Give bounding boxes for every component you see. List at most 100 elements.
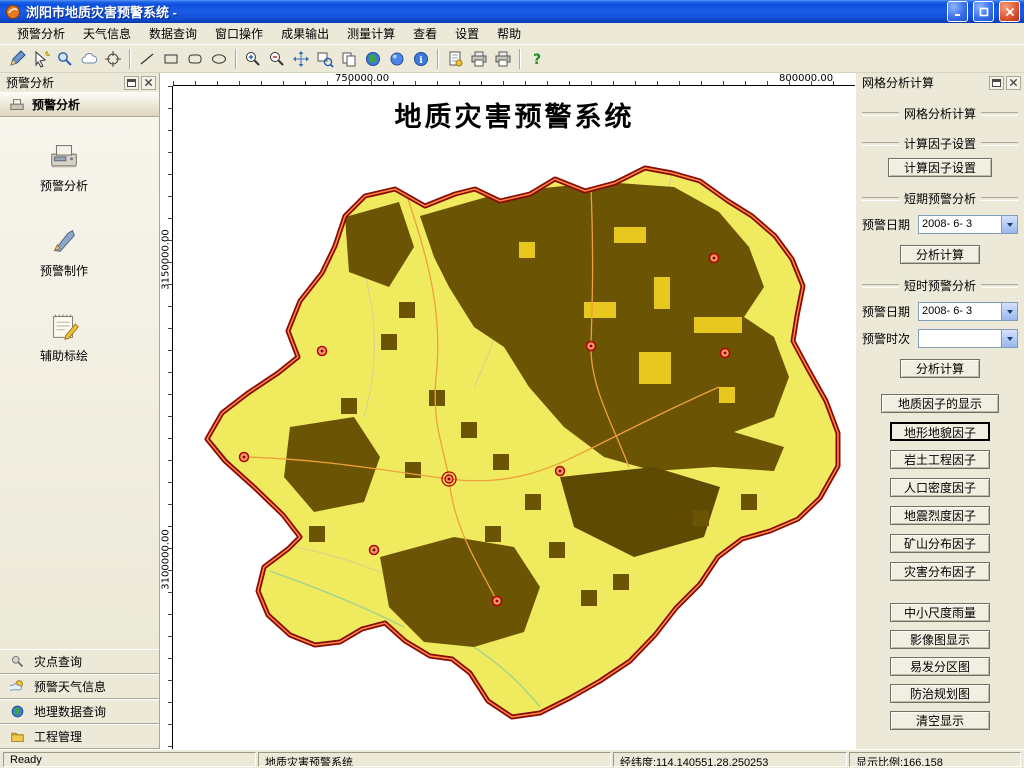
factor-population-button[interactable]: 人口密度因子 — [890, 478, 990, 497]
group-label: 工程管理 — [34, 728, 82, 745]
tool-zoom[interactable] — [53, 47, 77, 71]
section-short-time: 短时预警分析 — [862, 277, 1018, 294]
group-disaster-point-query[interactable]: 灾点查询 — [0, 649, 159, 674]
section-label: 短时预警分析 — [904, 277, 976, 294]
tool-pan[interactable] — [289, 47, 313, 71]
disaster-point-query-icon — [10, 654, 25, 669]
tool-help[interactable] — [525, 47, 549, 71]
print-icon — [494, 50, 512, 68]
factor-geotech-button[interactable]: 岩土工程因子 — [890, 450, 990, 469]
map-view: 750000.00 800000.00 3150000.00 3100000.0… — [160, 73, 855, 749]
clear-display-button[interactable]: 清空显示 — [890, 711, 990, 730]
tool-zoom-out[interactable] — [265, 47, 289, 71]
left-panel-close-button[interactable] — [141, 76, 156, 90]
tool-ellipse[interactable] — [207, 47, 231, 71]
menu-weather-info[interactable]: 天气信息 — [74, 22, 140, 45]
close-button[interactable] — [999, 1, 1020, 22]
minimize-button[interactable] — [947, 1, 968, 22]
factor-mine-button[interactable]: 矿山分布因子 — [890, 534, 990, 553]
section-factor-setting: 计算因子设置 — [862, 135, 1018, 152]
tool-item-label: 预警分析 — [40, 177, 88, 194]
menu-window-ops[interactable]: 窗口操作 — [206, 22, 272, 45]
group-warning-weather-info[interactable]: 预警天气信息 — [0, 674, 159, 699]
short-term-date-combo[interactable]: 2008- 6- 3 — [918, 215, 1018, 234]
tool-rectangle[interactable] — [159, 47, 183, 71]
menu-help[interactable]: 帮助 — [488, 22, 530, 45]
map-svg[interactable] — [174, 87, 855, 749]
geo-data-query-icon — [10, 704, 25, 719]
map-canvas[interactable]: 地质灾害预警系统 — [174, 87, 855, 749]
zoom-tool-icon — [56, 50, 74, 68]
right-panel-title: 网格分析计算 — [862, 74, 987, 91]
menu-measure[interactable]: 测量计算 — [338, 22, 404, 45]
close-icon — [144, 78, 153, 87]
info-icon — [412, 50, 430, 68]
tool-globe[interactable] — [361, 47, 385, 71]
short-term-calc-button[interactable]: 分析计算 — [900, 245, 980, 264]
section-grid-analysis: 网格分析计算 — [862, 105, 1018, 122]
menu-warning-analysis[interactable]: 预警分析 — [8, 22, 74, 45]
menu-data-query[interactable]: 数据查询 — [140, 22, 206, 45]
tool-item-warning-making[interactable]: 预警制作 — [26, 224, 102, 279]
rainfall-scale-button[interactable]: 中小尺度雨量 — [890, 603, 990, 622]
factor-terrain-button[interactable]: 地形地貌因子 — [890, 422, 990, 441]
warning-making-icon — [47, 224, 81, 258]
titlebar: 浏阳市地质灾害预警系统 - — [0, 0, 1024, 23]
group-geo-data-query[interactable]: 地理数据查询 — [0, 699, 159, 724]
maximize-button[interactable] — [973, 1, 994, 22]
status-ready: Ready — [3, 752, 256, 767]
tool-info[interactable] — [409, 47, 433, 71]
short-time-date-label: 预警日期 — [862, 303, 914, 320]
group-label: 灾点查询 — [34, 653, 82, 670]
left-panel-pin-button[interactable] — [124, 76, 139, 90]
short-time-times-combo[interactable] — [918, 329, 1018, 348]
tool-copy-view[interactable] — [337, 47, 361, 71]
tool-export-doc[interactable] — [443, 47, 467, 71]
group-project-management[interactable]: 工程管理 — [0, 724, 159, 749]
pin-icon — [127, 79, 136, 87]
tool-cloud[interactable] — [77, 47, 101, 71]
close-icon — [1009, 78, 1018, 87]
menu-settings[interactable]: 设置 — [446, 22, 488, 45]
tool-item-warning-analysis[interactable]: 预警分析 — [26, 139, 102, 194]
main-area: 预警分析 预警分析 预警分析 — [0, 73, 1024, 749]
tool-line[interactable] — [135, 47, 159, 71]
susceptibility-map-button[interactable]: 易发分区图 — [890, 657, 990, 676]
tool-sphere[interactable] — [385, 47, 409, 71]
rounded-rectangle-tool-icon — [186, 50, 204, 68]
left-panel-header[interactable]: 预警分析 — [0, 92, 159, 117]
menu-view[interactable]: 查看 — [404, 22, 446, 45]
tool-print-preview[interactable] — [467, 47, 491, 71]
imagery-display-button[interactable]: 影像图显示 — [890, 630, 990, 649]
zoom-in-icon — [244, 50, 262, 68]
help-icon — [528, 50, 546, 68]
status-coordinates: 经纬度:114.140551,28.250253 — [613, 752, 847, 767]
tool-pointer[interactable] — [29, 47, 53, 71]
map-title: 地质灾害预警系统 — [174, 95, 855, 134]
geo-factor-display-group[interactable]: 地质因子的显示 — [881, 394, 999, 413]
right-panel-close-button[interactable] — [1006, 76, 1021, 90]
tool-zoom-window[interactable] — [313, 47, 337, 71]
toolbar-separator — [519, 49, 521, 69]
prevention-plan-button[interactable]: 防治规划图 — [890, 684, 990, 703]
menu-output[interactable]: 成果输出 — [272, 22, 338, 45]
chevron-down-icon[interactable] — [1001, 216, 1017, 233]
status-scale: 显示比例:166.158 — [849, 752, 1021, 767]
factor-seismic-button[interactable]: 地震烈度因子 — [890, 506, 990, 525]
tool-item-aux-plotting[interactable]: 辅助标绘 — [26, 309, 102, 364]
right-panel-pin-button[interactable] — [989, 76, 1004, 90]
tool-zoom-in[interactable] — [241, 47, 265, 71]
tool-print[interactable] — [491, 47, 515, 71]
print-preview-icon — [470, 50, 488, 68]
app-icon — [5, 4, 21, 20]
chevron-down-icon[interactable] — [1001, 303, 1017, 320]
short-time-date-combo[interactable]: 2008- 6- 3 — [918, 302, 1018, 321]
factor-setting-button[interactable]: 计算因子设置 — [888, 158, 992, 177]
chevron-down-icon[interactable] — [1001, 330, 1017, 347]
rectangle-tool-icon — [162, 50, 180, 68]
factor-disaster-button[interactable]: 灾害分布因子 — [890, 562, 990, 581]
short-time-calc-button[interactable]: 分析计算 — [900, 359, 980, 378]
tool-rounded-rectangle[interactable] — [183, 47, 207, 71]
tool-center[interactable] — [101, 47, 125, 71]
tool-edit[interactable] — [5, 47, 29, 71]
